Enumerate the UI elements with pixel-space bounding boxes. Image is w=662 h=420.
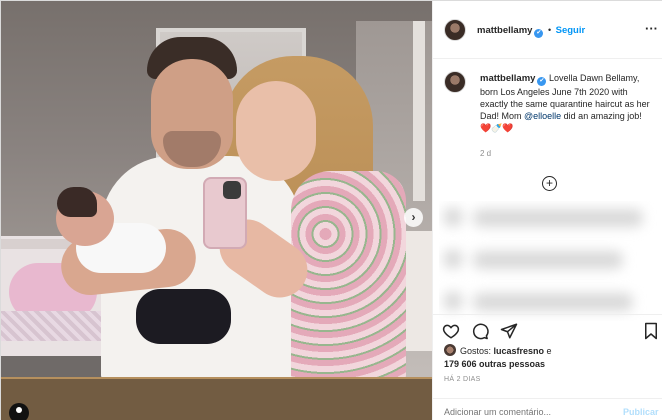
liker-username[interactable]: lucasfresno (494, 346, 545, 356)
comment-icon[interactable] (471, 322, 489, 340)
likes-count[interactable]: 179 606 outras pessoas (444, 359, 545, 369)
post-photo[interactable]: › (1, 1, 432, 420)
blurred-avatar (443, 249, 463, 269)
verified-icon: ✔ (537, 77, 547, 86)
separator: • (547, 25, 552, 35)
blurred-comment (473, 209, 643, 227)
floor (1, 379, 432, 420)
comment-bar: Publicar (433, 398, 662, 420)
bookmark-icon[interactable] (642, 322, 660, 340)
blurred-avatar (443, 207, 463, 227)
share-icon[interactable] (500, 322, 518, 340)
caption-text: mattbellamy ✔ Lovella Dawn Bellamy, born … (480, 72, 655, 134)
post-side-panel: mattbellamy ✔ • Seguir ··· mattbellamy ✔ L… (432, 1, 662, 420)
caption-section: mattbellamy ✔ Lovella Dawn Bellamy, born … (433, 59, 662, 314)
phone-camera (223, 181, 241, 199)
author-avatar[interactable] (444, 19, 466, 41)
verified-icon: ✔ (534, 29, 544, 38)
comment-input[interactable] (444, 407, 604, 417)
instagram-post: › mattbellamy ✔ • Seguir ··· mattbellamy ✔… (0, 0, 662, 420)
add-circle-icon[interactable]: + (542, 176, 557, 191)
likes-line: Gostos: lucasfresno e 179 606 outras pes… (444, 344, 659, 371)
likes-connector: e (544, 346, 552, 356)
author-username[interactable]: mattbellamy (477, 25, 532, 36)
baby-hair (57, 187, 97, 217)
background-door-frame (413, 21, 425, 201)
tagged-users-icon[interactable] (9, 403, 29, 420)
publish-button[interactable]: Publicar (623, 407, 659, 417)
caption-author-avatar[interactable] (444, 71, 466, 93)
blurred-comment (473, 251, 623, 269)
baby-legs (136, 289, 231, 344)
woman-floral-robe (291, 171, 406, 381)
heart-icon[interactable] (442, 322, 460, 340)
liker-avatar (444, 344, 456, 356)
post-header: mattbellamy ✔ • Seguir ··· (433, 1, 662, 59)
posted-ago: HÁ 2 DIAS (444, 376, 481, 383)
caption-author-username[interactable]: mattbellamy (480, 73, 535, 84)
woman-face (236, 81, 316, 181)
blurred-avatar (443, 291, 463, 311)
blurred-comment (473, 293, 633, 311)
action-bar (433, 314, 662, 346)
blurred-comments (439, 201, 659, 321)
follow-button[interactable]: Seguir (556, 25, 586, 36)
carousel-next-icon[interactable]: › (404, 208, 423, 227)
header-user-line: mattbellamy ✔ • Seguir (477, 25, 585, 38)
more-icon[interactable]: ··· (645, 21, 658, 36)
likes-prefix: Gostos: (460, 346, 494, 356)
caption-timestamp[interactable]: 2 d (480, 149, 491, 158)
caption-mention-link[interactable]: @elloelle (524, 111, 561, 121)
